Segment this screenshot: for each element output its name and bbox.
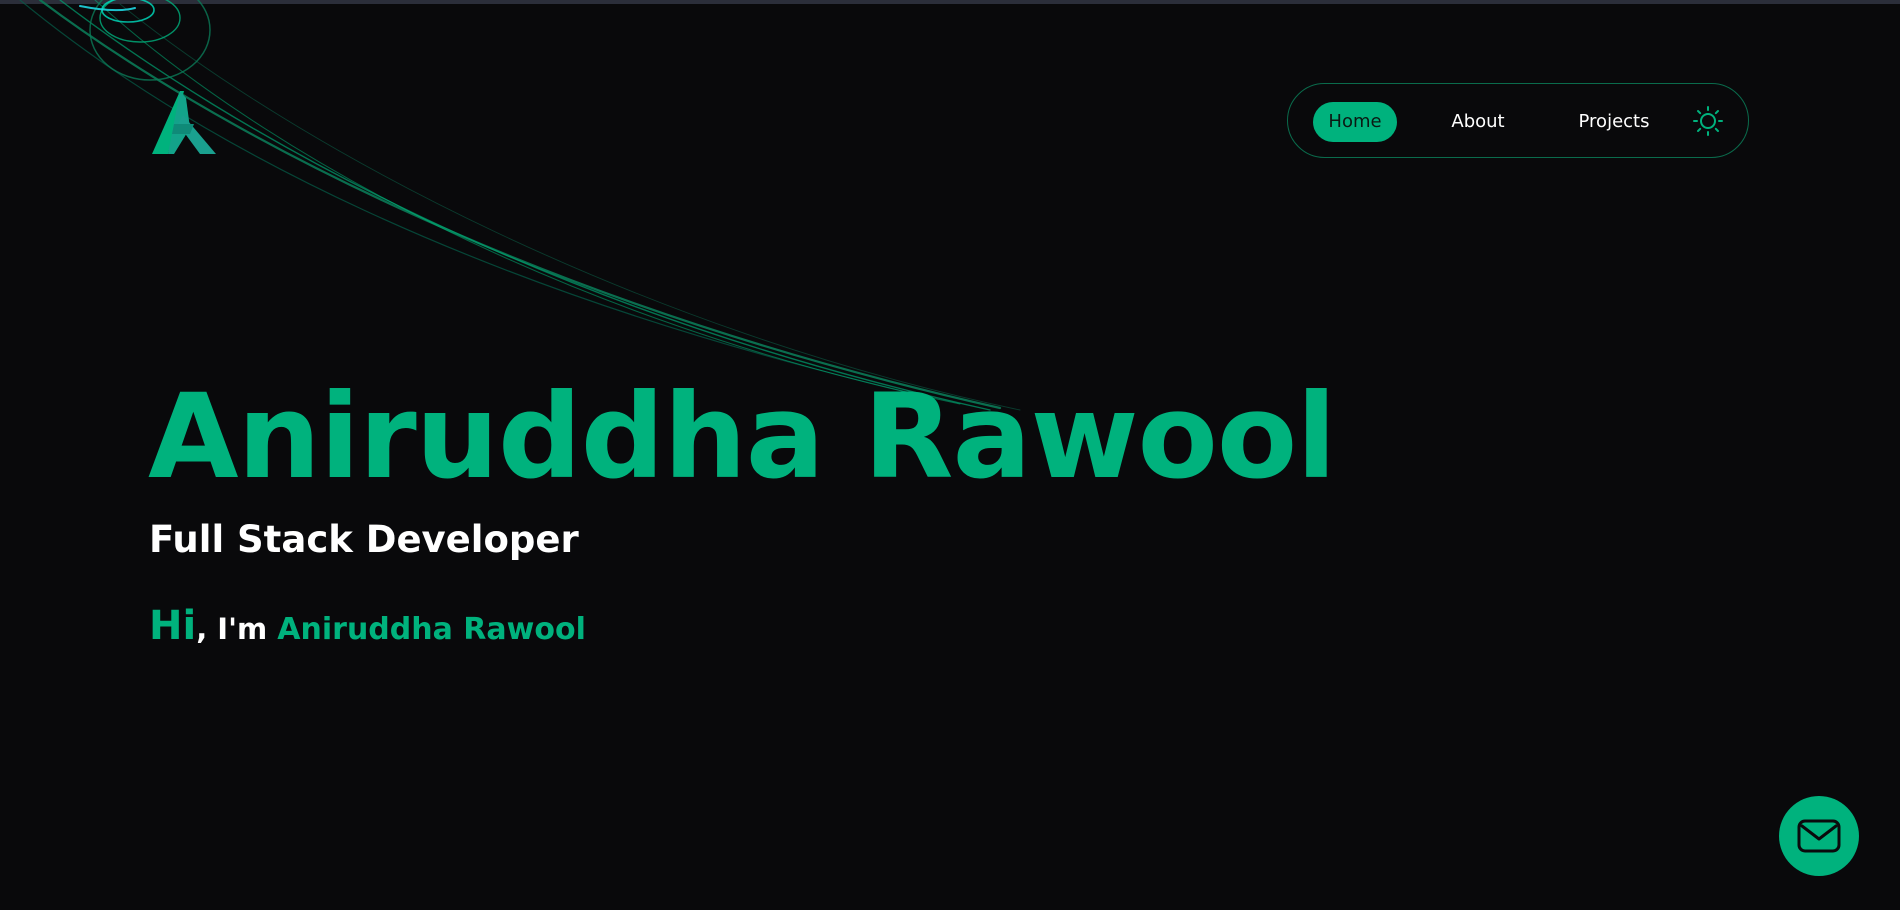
greeting-im: , I'm [196,612,278,646]
nav-home[interactable]: Home [1313,102,1397,142]
nav-about[interactable]: About [1438,102,1518,142]
greeting: Hi, I'm Aniruddha Rawool [149,606,586,646]
greeting-hi: Hi [149,603,197,649]
mail-icon [1797,819,1841,853]
hero-role: Full Stack Developer [149,518,579,561]
top-border [0,0,1900,4]
sun-icon[interactable] [1692,105,1724,137]
navbar: Home About Projects [1287,83,1749,158]
stylized-a-logo-icon[interactable] [150,88,218,156]
hero-name: Aniruddha Rawool [148,368,1336,505]
greeting-name: Aniruddha Rawool [277,612,586,647]
page: Home About Projects Aniruddha Rawool Ful… [0,0,1900,910]
contact-mail-button[interactable] [1779,796,1859,876]
nav-projects[interactable]: Projects [1564,102,1664,142]
